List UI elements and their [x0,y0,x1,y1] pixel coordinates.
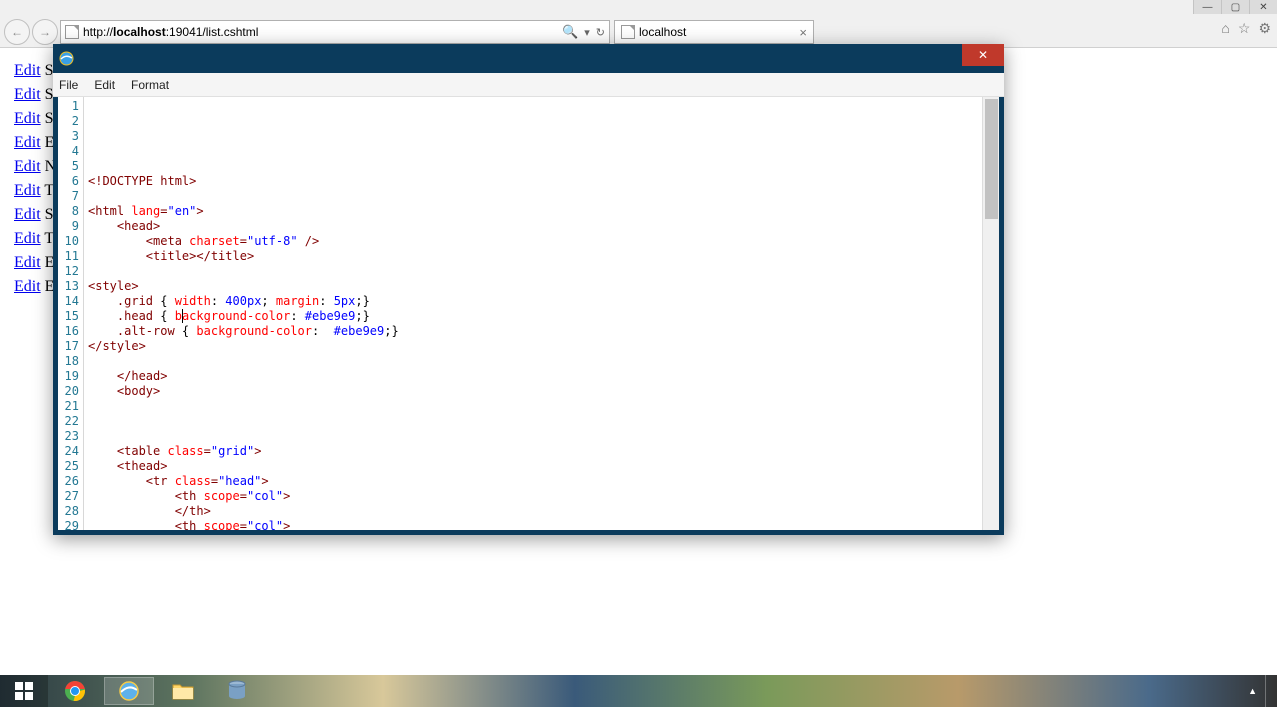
edit-link[interactable]: Edit [14,158,41,175]
close-window-button[interactable]: ✕ [1249,0,1277,14]
code-line: <th scope="col"> [88,519,982,530]
modal-menubar: File Edit Format [53,73,1004,97]
database-icon [227,680,247,702]
line-number-gutter: 1 2 3 4 5 6 7 8 9 10 11 12 13 14 15 16 1… [58,97,84,530]
chrome-icon [64,680,86,702]
code-line: .grid { width: 400px; margin: 5px;} [88,294,982,309]
tools-gear-icon[interactable]: ⚙ [1258,20,1271,37]
page-icon [65,25,79,39]
addr-dropdown-icon[interactable]: ▾ [584,26,590,39]
code-line: <body> [88,384,982,399]
tray-overflow-icon[interactable]: ▲ [1248,686,1257,696]
code-line: <thead> [88,459,982,474]
show-desktop-button[interactable] [1265,675,1273,707]
tab-close-icon[interactable]: × [799,25,807,40]
code-line: .head { background-color: #ebe9e9;} [88,309,982,324]
ie-icon [59,51,74,66]
code-line [88,189,982,204]
code-area: 1 2 3 4 5 6 7 8 9 10 11 12 13 14 15 16 1… [58,97,999,530]
edit-link[interactable]: Edit [14,62,41,79]
favorites-icon[interactable]: ☆ [1238,20,1251,37]
url-text: http://localhost:19041/list.cshtml [83,25,562,39]
page-icon [621,25,635,39]
code-line [88,354,982,369]
taskbar-ie[interactable] [102,675,156,707]
browser-chrome: — ▢ ✕ ← → http://localhost:19041/list.cs… [0,0,1277,48]
forward-button[interactable]: → [32,19,58,45]
code-line: <style> [88,279,982,294]
minimize-button[interactable]: — [1193,0,1221,14]
code-line [88,159,982,174]
address-bar[interactable]: http://localhost:19041/list.cshtml 🔍 ▾ ↻ [60,20,610,44]
code-line: <head> [88,219,982,234]
code-line: </style> [88,339,982,354]
system-tray: ▲ [1244,675,1277,707]
refresh-icon[interactable]: ↻ [596,26,605,39]
scroll-thumb[interactable] [985,99,998,219]
code-line: </head> [88,369,982,384]
code-line: <meta charset="utf-8" /> [88,234,982,249]
edit-link[interactable]: Edit [14,230,41,247]
edit-link[interactable]: Edit [14,134,41,151]
edit-link[interactable]: Edit [14,254,41,271]
taskbar-database[interactable] [210,675,264,707]
edit-link[interactable]: Edit [14,206,41,223]
taskbar-chrome[interactable] [48,675,102,707]
code-line: <title></title> [88,249,982,264]
code-line: </th> [88,504,982,519]
start-button[interactable] [0,675,48,707]
edit-link[interactable]: Edit [14,110,41,127]
code-line: <table class="grid"> [88,444,982,459]
ie-icon [118,680,140,702]
folder-icon [172,682,194,700]
code-content[interactable]: <!DOCTYPE html> <html lang="en"> <head> … [84,97,982,530]
code-line: <tr class="head"> [88,474,982,489]
menu-edit[interactable]: Edit [94,78,115,92]
edit-link[interactable]: Edit [14,86,41,103]
edit-link[interactable]: Edit [14,182,41,199]
forward-icon: → [39,25,51,39]
source-viewer-window: ✕ File Edit Format 1 2 3 4 5 6 7 8 9 10 … [53,44,1004,535]
taskbar: ▲ [0,675,1277,707]
edit-link[interactable]: Edit [14,278,41,295]
back-icon: ← [11,25,23,39]
text-cursor [182,309,183,323]
code-line: <th scope="col"> [88,489,982,504]
window-controls: — ▢ ✕ [1193,0,1277,14]
home-icon[interactable]: ⌂ [1221,20,1229,37]
code-line [88,414,982,429]
tab-title: localhost [639,25,686,39]
modal-titlebar[interactable]: ✕ [53,44,1004,73]
code-line [88,399,982,414]
close-icon: ✕ [978,48,988,62]
maximize-button[interactable]: ▢ [1221,0,1249,14]
code-line: .alt-row { background-color: #ebe9e9;} [88,324,982,339]
taskbar-explorer[interactable] [156,675,210,707]
code-line [88,144,982,159]
menu-format[interactable]: Format [131,78,169,92]
code-line: <!DOCTYPE html> [88,174,982,189]
vertical-scrollbar[interactable] [982,97,999,530]
windows-icon [15,682,33,700]
back-button[interactable]: ← [4,19,30,45]
browser-tab[interactable]: localhost × [614,20,814,44]
menu-file[interactable]: File [59,78,78,92]
code-line: <html lang="en"> [88,204,982,219]
code-line [88,429,982,444]
search-icon[interactable]: 🔍 [562,24,578,40]
modal-close-button[interactable]: ✕ [962,44,1004,66]
code-line [88,264,982,279]
